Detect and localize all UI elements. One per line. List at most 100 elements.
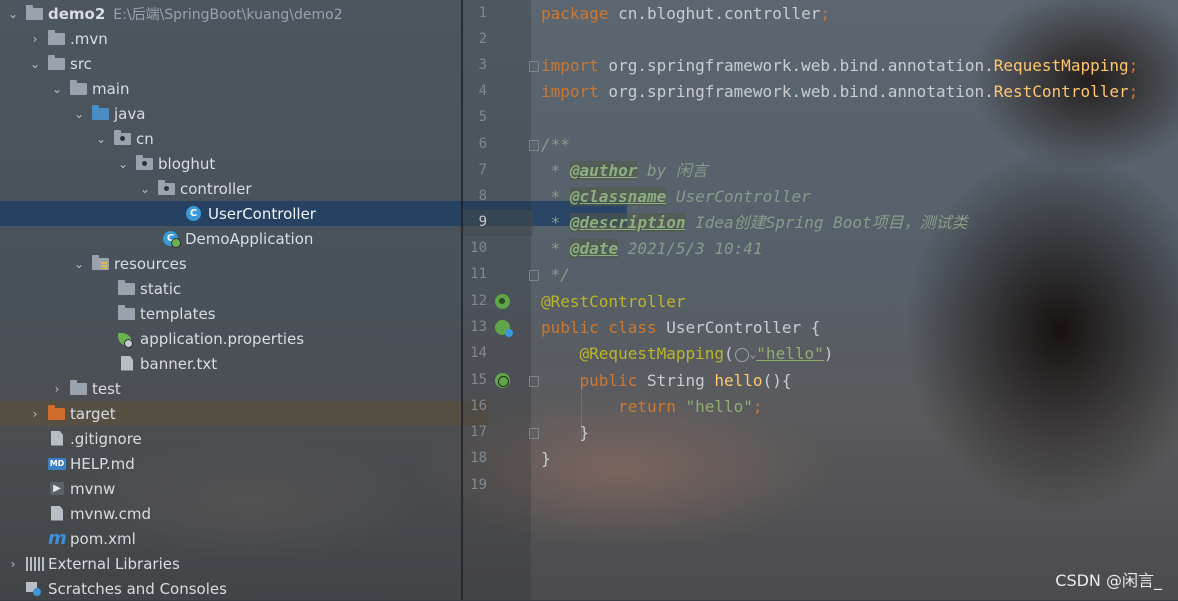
- line-number: 10: [470, 240, 487, 256]
- shell-script-icon: ▶: [50, 481, 64, 495]
- chevron-right-icon[interactable]: ›: [6, 557, 20, 571]
- code-line-15: public String hello(){: [541, 368, 792, 394]
- code-line-8: * @classname UserController: [541, 184, 811, 210]
- folder-icon: [48, 29, 65, 45]
- chevron-down-icon[interactable]: ⌄: [72, 257, 86, 271]
- folder-icon: [70, 379, 87, 395]
- class-declaration: UserController {: [656, 318, 821, 337]
- identifier: cn.bloghut.controller: [608, 4, 821, 23]
- code-editor[interactable]: 1 2 3 4 5 6 7 8 9 10 11 12 13 14 15 16 1…: [463, 0, 1178, 600]
- chevron-right-icon[interactable]: ›: [28, 32, 42, 46]
- line-number: 15: [470, 372, 487, 388]
- line-number: 8: [478, 188, 487, 204]
- string-literal: "hello": [675, 397, 753, 416]
- punctuation: ;: [752, 397, 763, 416]
- comment-star: *: [541, 161, 570, 180]
- chevron-down-icon[interactable]: ⌄: [6, 7, 20, 21]
- spring-bean-icon[interactable]: [495, 294, 510, 309]
- project-tool-window: ⌄ demo2 E:\后端\SpringBoot\kuang\demo2 › .…: [0, 0, 627, 600]
- line-number: 16: [470, 398, 487, 414]
- tree-item-mvnw[interactable]: ▶ mvnw: [0, 476, 489, 501]
- chevron-down-icon[interactable]: ⌄: [72, 107, 86, 121]
- chevron-right-icon[interactable]: ›: [50, 382, 64, 396]
- request-mapping-icon[interactable]: [495, 373, 510, 388]
- chevron-down-icon[interactable]: ⌄: [94, 132, 108, 146]
- java-class-icon: C: [186, 205, 201, 221]
- tree-item-label: cn: [136, 129, 154, 148]
- line-number: 7: [478, 162, 487, 178]
- keyword: import: [541, 56, 599, 75]
- class-reference: RestController: [993, 82, 1129, 101]
- fold-toggle-icon[interactable]: [529, 61, 539, 72]
- tree-item-label: banner.txt: [140, 354, 218, 373]
- excluded-folder-icon: [48, 404, 65, 420]
- javadoc-tag: @description: [569, 213, 686, 232]
- javadoc-tag: @date: [569, 239, 619, 258]
- tree-item-label: mvnw.cmd: [70, 504, 152, 523]
- string-literal: "hello": [756, 344, 824, 363]
- tree-item-resources[interactable]: ⌄ resources: [0, 251, 533, 276]
- folder-icon: [118, 279, 135, 295]
- fold-toggle-icon[interactable]: [529, 270, 539, 281]
- code-line-9: * @description Idea创建Spring Boot项目，测试类: [541, 210, 968, 236]
- chevron-down-icon[interactable]: ⌄: [116, 157, 130, 171]
- tree-item-help-md[interactable]: MD HELP.md: [0, 451, 489, 476]
- code-line-16: return "hello";: [541, 394, 763, 420]
- globe-icon[interactable]: [734, 347, 749, 362]
- spring-class-icon[interactable]: [495, 320, 513, 337]
- folder-icon: [70, 79, 87, 95]
- module-folder-icon: [26, 4, 43, 20]
- fold-toggle-icon[interactable]: [529, 140, 539, 151]
- tree-item-java[interactable]: ⌄ java: [0, 101, 533, 126]
- tree-item-src[interactable]: ⌄ src: [0, 51, 489, 76]
- fold-toggle-icon[interactable]: [529, 376, 539, 387]
- markdown-icon: MD: [48, 457, 66, 470]
- keyword: public: [579, 371, 638, 390]
- comment-star: *: [541, 213, 570, 232]
- maven-icon: m: [48, 527, 67, 549]
- tree-item-label: pom.xml: [70, 529, 136, 548]
- text-file-icon: [121, 355, 133, 371]
- spring-properties-icon: [118, 332, 133, 348]
- comment-text: by 闲言: [637, 161, 708, 180]
- package-path: org.springframework.web.bind.annotation.: [598, 82, 994, 101]
- tree-item-label: target: [70, 404, 116, 423]
- tree-item-label: External Libraries: [48, 554, 180, 573]
- folder-icon: [48, 54, 65, 70]
- tree-item-mvn[interactable]: › .mvn: [0, 26, 489, 51]
- keyword: return: [618, 397, 676, 416]
- fold-toggle-icon[interactable]: [529, 428, 539, 439]
- method-name: hello: [714, 371, 763, 390]
- tree-item-scratches[interactable]: Scratches and Consoles: [0, 576, 467, 601]
- code-line-6: /**: [541, 135, 570, 154]
- chevron-right-icon[interactable]: ›: [28, 407, 42, 421]
- punctuation: ;: [1128, 56, 1139, 75]
- code-line-10: * @date 2021/5/3 10:41: [541, 236, 763, 262]
- chevron-down-icon[interactable]: ⌄: [50, 82, 64, 96]
- tree-item-target[interactable]: › target: [0, 401, 489, 426]
- code-line-3: import org.springframework.web.bind.anno…: [541, 53, 1138, 79]
- cmd-file-icon: [51, 505, 63, 521]
- tree-item-label: static: [140, 279, 182, 298]
- chevron-down-icon[interactable]: ⌄: [138, 182, 152, 196]
- tree-item-pom-xml[interactable]: m pom.xml: [0, 526, 489, 551]
- tree-item-mvnw-cmd[interactable]: mvnw.cmd: [0, 501, 489, 526]
- code-line-18: }: [541, 449, 551, 468]
- chevron-down-icon[interactable]: ⌄: [28, 57, 42, 71]
- tree-item-label: application.properties: [140, 329, 305, 348]
- tree-item-demo2[interactable]: ⌄ demo2 E:\后端\SpringBoot\kuang\demo2: [0, 1, 467, 26]
- code-line-12: @RestController: [541, 292, 686, 311]
- tree-item-external-libraries[interactable]: › External Libraries: [0, 551, 467, 576]
- tree-item-gitignore[interactable]: .gitignore: [0, 426, 489, 451]
- code-line-17: }: [541, 423, 590, 442]
- line-number-current: 9: [478, 214, 487, 230]
- tree-item-main[interactable]: ⌄ main: [0, 76, 511, 101]
- method-params: (){: [762, 371, 792, 390]
- line-number: 3: [478, 57, 487, 73]
- libraries-icon: [26, 556, 44, 571]
- tree-item-label: mvnw: [70, 479, 116, 498]
- tree-item-test[interactable]: › test: [0, 376, 511, 401]
- code-line-13: public class UserController {: [541, 315, 820, 341]
- tree-item-label: templates: [140, 304, 216, 323]
